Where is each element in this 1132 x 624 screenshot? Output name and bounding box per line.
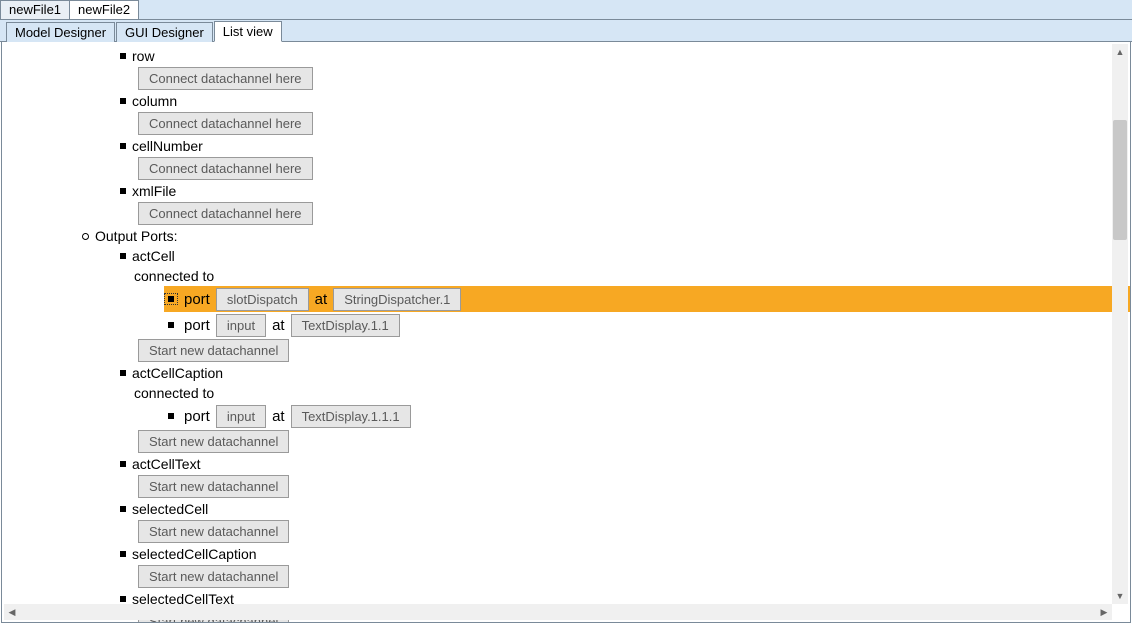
input-port-row: cellNumber xyxy=(2,136,1130,156)
output-port-label: actCellCaption xyxy=(132,365,223,381)
square-bullet-icon xyxy=(120,53,126,59)
horizontal-scrollbar[interactable]: ◀ ▶ xyxy=(4,604,1112,620)
file-tab-0[interactable]: newFile1 xyxy=(0,0,70,19)
app-window: newFile1 newFile2 Model Designer GUI Des… xyxy=(0,0,1132,624)
square-bullet-icon xyxy=(168,296,174,302)
connect-button-row: Connect datachannel here xyxy=(2,66,1130,91)
output-port-row: selectedCellCaption xyxy=(2,544,1130,564)
connect-button-row: Connect datachannel here xyxy=(2,111,1130,136)
square-bullet-icon xyxy=(120,253,126,259)
connection-port-button[interactable]: input xyxy=(216,405,266,428)
input-port-label: cellNumber xyxy=(132,138,203,154)
output-ports-heading-row: Output Ports: xyxy=(2,226,1130,246)
connection-row[interactable]: port input at TextDisplay.1.1 xyxy=(2,312,1130,338)
tab-model-designer[interactable]: Model Designer xyxy=(6,22,115,42)
connect-datachannel-button[interactable]: Connect datachannel here xyxy=(138,112,313,135)
connected-to-row: connected to xyxy=(2,383,1130,403)
connected-to-row: connected to xyxy=(2,266,1130,286)
connection-port-button[interactable]: input xyxy=(216,314,266,337)
tree-viewport: row Connect datachannel here column Conn… xyxy=(2,42,1130,622)
connect-button-row: Connect datachannel here xyxy=(2,201,1130,226)
output-port-label: selectedCell xyxy=(132,501,208,517)
connect-datachannel-button[interactable]: Connect datachannel here xyxy=(138,202,313,225)
scroll-thumb[interactable] xyxy=(1113,120,1127,240)
connection-row[interactable]: port input at TextDisplay.1.1.1 xyxy=(2,403,1130,429)
square-bullet-icon xyxy=(120,143,126,149)
connect-button-row: Connect datachannel here xyxy=(2,156,1130,181)
square-bullet-icon xyxy=(120,506,126,512)
start-button-row: Start new datachannel xyxy=(2,564,1130,589)
at-label: at xyxy=(315,291,328,308)
output-ports-heading: Output Ports: xyxy=(95,228,177,244)
scroll-left-arrow-icon[interactable]: ◀ xyxy=(4,604,20,620)
input-port-row: column xyxy=(2,91,1130,111)
input-port-label: xmlFile xyxy=(132,183,176,199)
port-label: port xyxy=(184,291,210,308)
start-button-row: Start new datachannel xyxy=(2,519,1130,544)
connected-to-label: connected to xyxy=(134,385,214,401)
output-port-label: actCell xyxy=(132,248,175,264)
output-port-row: actCellCaption xyxy=(2,363,1130,383)
start-button-row: Start new datachannel xyxy=(2,338,1130,363)
input-port-row: row xyxy=(2,46,1130,66)
port-label: port xyxy=(184,408,210,425)
square-bullet-icon xyxy=(120,461,126,467)
output-port-row: actCellText xyxy=(2,454,1130,474)
vertical-scrollbar[interactable]: ▲ ▼ xyxy=(1112,44,1128,604)
square-bullet-icon xyxy=(120,188,126,194)
square-bullet-icon xyxy=(120,551,126,557)
connected-to-label: connected to xyxy=(134,268,214,284)
tab-gui-designer[interactable]: GUI Designer xyxy=(116,22,213,42)
output-port-label: actCellText xyxy=(132,456,200,472)
port-label: port xyxy=(184,317,210,334)
file-tab-bar: newFile1 newFile2 xyxy=(0,0,1132,20)
scroll-track[interactable] xyxy=(1112,60,1128,588)
square-bullet-icon xyxy=(120,98,126,104)
connect-datachannel-button[interactable]: Connect datachannel here xyxy=(138,67,313,90)
circle-bullet-icon xyxy=(82,233,89,240)
start-button-row: Start new datachannel xyxy=(2,429,1130,454)
connection-target-button[interactable]: TextDisplay.1.1.1 xyxy=(291,405,411,428)
at-label: at xyxy=(272,408,285,425)
start-datachannel-button[interactable]: Start new datachannel xyxy=(138,475,289,498)
start-datachannel-button[interactable]: Start new datachannel xyxy=(138,430,289,453)
scroll-right-arrow-icon[interactable]: ▶ xyxy=(1096,604,1112,620)
at-label: at xyxy=(272,317,285,334)
square-bullet-icon xyxy=(120,596,126,602)
scroll-up-arrow-icon[interactable]: ▲ xyxy=(1112,44,1128,60)
start-button-row: Start new datachannel xyxy=(2,474,1130,499)
connection-port-button[interactable]: slotDispatch xyxy=(216,288,309,311)
start-datachannel-button[interactable]: Start new datachannel xyxy=(138,339,289,362)
connect-datachannel-button[interactable]: Connect datachannel here xyxy=(138,157,313,180)
output-port-row: selectedCell xyxy=(2,499,1130,519)
tab-list-view[interactable]: List view xyxy=(214,21,282,42)
file-tab-1[interactable]: newFile2 xyxy=(69,0,139,19)
connection-target-button[interactable]: StringDispatcher.1 xyxy=(333,288,461,311)
input-port-label: row xyxy=(132,48,155,64)
scroll-down-arrow-icon[interactable]: ▼ xyxy=(1112,588,1128,604)
connection-row-highlighted[interactable]: port slotDispatch at StringDispatcher.1 xyxy=(2,286,1130,312)
output-port-label: selectedCellCaption xyxy=(132,546,257,562)
input-port-label: column xyxy=(132,93,177,109)
square-bullet-icon xyxy=(168,322,174,328)
view-tab-bar: Model Designer GUI Designer List view xyxy=(0,20,1132,42)
square-bullet-icon xyxy=(168,413,174,419)
start-datachannel-button[interactable]: Start new datachannel xyxy=(138,520,289,543)
content-panel: row Connect datachannel here column Conn… xyxy=(1,42,1131,623)
output-port-row: actCell xyxy=(2,246,1130,266)
input-port-row: xmlFile xyxy=(2,181,1130,201)
square-bullet-icon xyxy=(120,370,126,376)
start-datachannel-button[interactable]: Start new datachannel xyxy=(138,565,289,588)
connection-target-button[interactable]: TextDisplay.1.1 xyxy=(291,314,400,337)
